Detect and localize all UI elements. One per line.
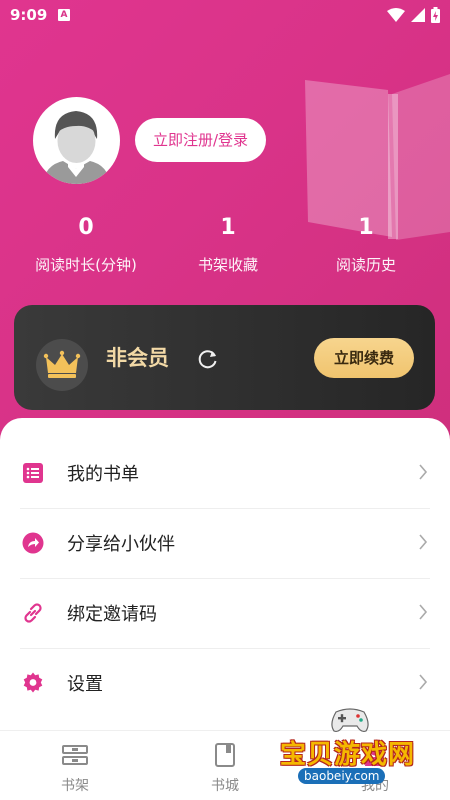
chevron-right-icon — [419, 604, 428, 620]
membership-status: 非会员 — [106, 346, 169, 370]
tab-label: 书城 — [211, 778, 239, 794]
refresh-icon[interactable] — [197, 348, 219, 370]
register-login-button[interactable]: 立即注册/登录 — [135, 118, 266, 162]
stat-reading-history[interactable]: 1 阅读历史 — [296, 212, 436, 275]
default-avatar-icon — [43, 111, 110, 184]
signal-icon — [411, 8, 425, 22]
menu-item-label: 设置 — [67, 674, 103, 695]
chevron-right-icon — [419, 464, 428, 480]
stat-label: 书架收藏 — [197, 256, 258, 274]
notification-badge: A — [58, 9, 70, 21]
status-icons — [387, 7, 440, 23]
chevron-right-icon — [419, 534, 428, 550]
list-icon — [23, 463, 43, 483]
site-watermark: 宝贝游戏网 baobeiy.com — [268, 706, 450, 800]
profile-header: 9:09 A 立即注册/登录 0 阅读时长(分钟) 1 书架收藏 1 阅读历史 … — [0, 0, 450, 440]
gamepad-icon — [331, 708, 369, 733]
bookstore-icon — [215, 743, 235, 767]
stat-value: 1 — [220, 215, 236, 240]
status-time: 9:09 — [10, 6, 48, 24]
battery-icon — [431, 7, 440, 23]
stat-label: 阅读时长(分钟) — [35, 256, 137, 274]
tab-bookstore[interactable]: 书城 — [185, 743, 265, 795]
profile-screen: 9:09 A 立即注册/登录 0 阅读时长(分钟) 1 书架收藏 1 阅读历史 … — [0, 0, 450, 800]
stat-label: 阅读历史 — [335, 256, 396, 274]
menu-item-bind-invite-code[interactable]: 绑定邀请码 — [0, 578, 450, 648]
menu-item-label: 分享给小伙伴 — [67, 534, 175, 555]
share-icon — [22, 532, 44, 554]
chevron-right-icon — [419, 674, 428, 690]
crown-icon — [43, 350, 81, 378]
menu-item-label: 绑定邀请码 — [67, 604, 157, 625]
stat-reading-time[interactable]: 0 阅读时长(分钟) — [16, 212, 156, 275]
stat-bookshelf-favorites[interactable]: 1 书架收藏 — [158, 212, 298, 275]
stats-row: 0 阅读时长(分钟) 1 书架收藏 1 阅读历史 — [0, 212, 450, 282]
gear-icon — [23, 672, 43, 693]
stat-value: 0 — [78, 215, 94, 240]
stat-value: 1 — [358, 215, 374, 240]
watermark-url: baobeiy.com — [298, 768, 386, 784]
menu-item-share[interactable]: 分享给小伙伴 — [0, 508, 450, 578]
bookshelf-icon — [62, 745, 88, 765]
tab-bookshelf[interactable]: 书架 — [35, 743, 115, 795]
wifi-icon — [387, 8, 405, 22]
link-icon — [24, 603, 42, 623]
watermark-text: 宝贝游戏网 — [280, 740, 416, 770]
status-bar: 9:09 A — [0, 0, 450, 30]
menu-item-my-booklist[interactable]: 我的书单 — [0, 438, 450, 508]
crown-badge — [36, 339, 88, 391]
tab-label: 书架 — [61, 778, 89, 794]
menu-item-label: 我的书单 — [67, 464, 139, 485]
renew-button[interactable]: 立即续费 — [314, 338, 414, 378]
vip-card[interactable]: 非会员 立即续费 — [14, 305, 435, 410]
avatar[interactable] — [33, 97, 120, 184]
